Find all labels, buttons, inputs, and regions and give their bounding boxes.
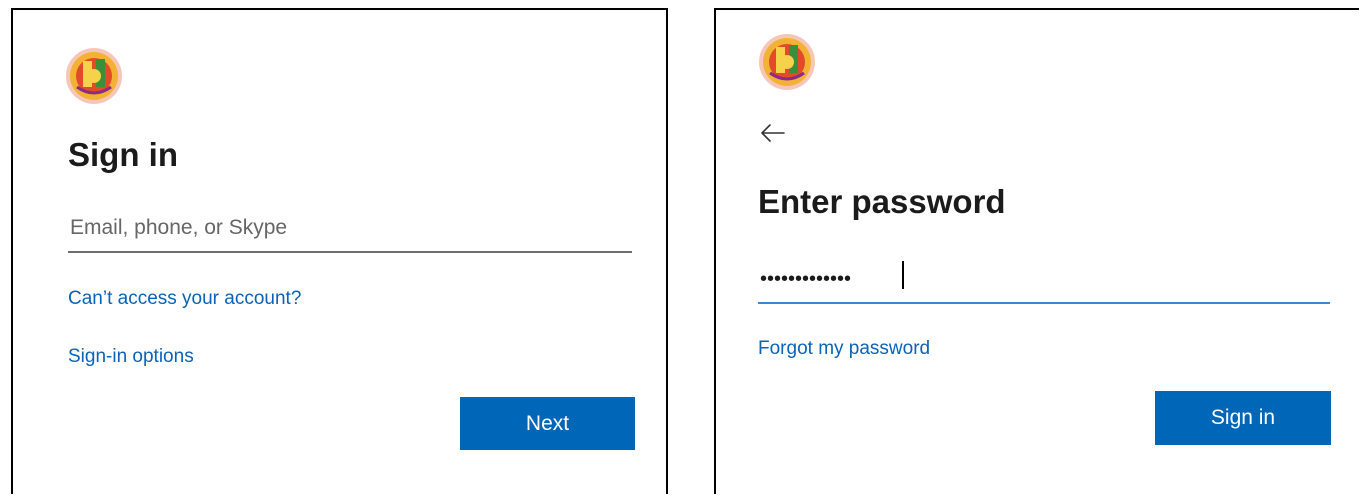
email-input[interactable] [68,205,632,253]
cant-access-account-link[interactable]: Can’t access your account? [68,288,301,310]
text-caret [902,261,904,289]
page-title: Sign in [68,136,178,173]
city-seal-icon [66,48,122,104]
enter-password-panel: Enter password Forgot my password Sign i… [714,8,1359,494]
forgot-password-link[interactable]: Forgot my password [758,338,930,360]
password-field[interactable] [758,256,1330,304]
next-button[interactable]: Next [460,397,635,450]
sign-in-button[interactable]: Sign in [1155,391,1331,445]
sign-in-panel: Sign in Can’t access your account? Sign-… [11,8,668,494]
sign-in-options-link[interactable]: Sign-in options [68,346,194,368]
back-arrow-icon[interactable] [760,122,788,144]
city-seal-icon [759,34,815,90]
page-title: Enter password [758,183,1006,220]
